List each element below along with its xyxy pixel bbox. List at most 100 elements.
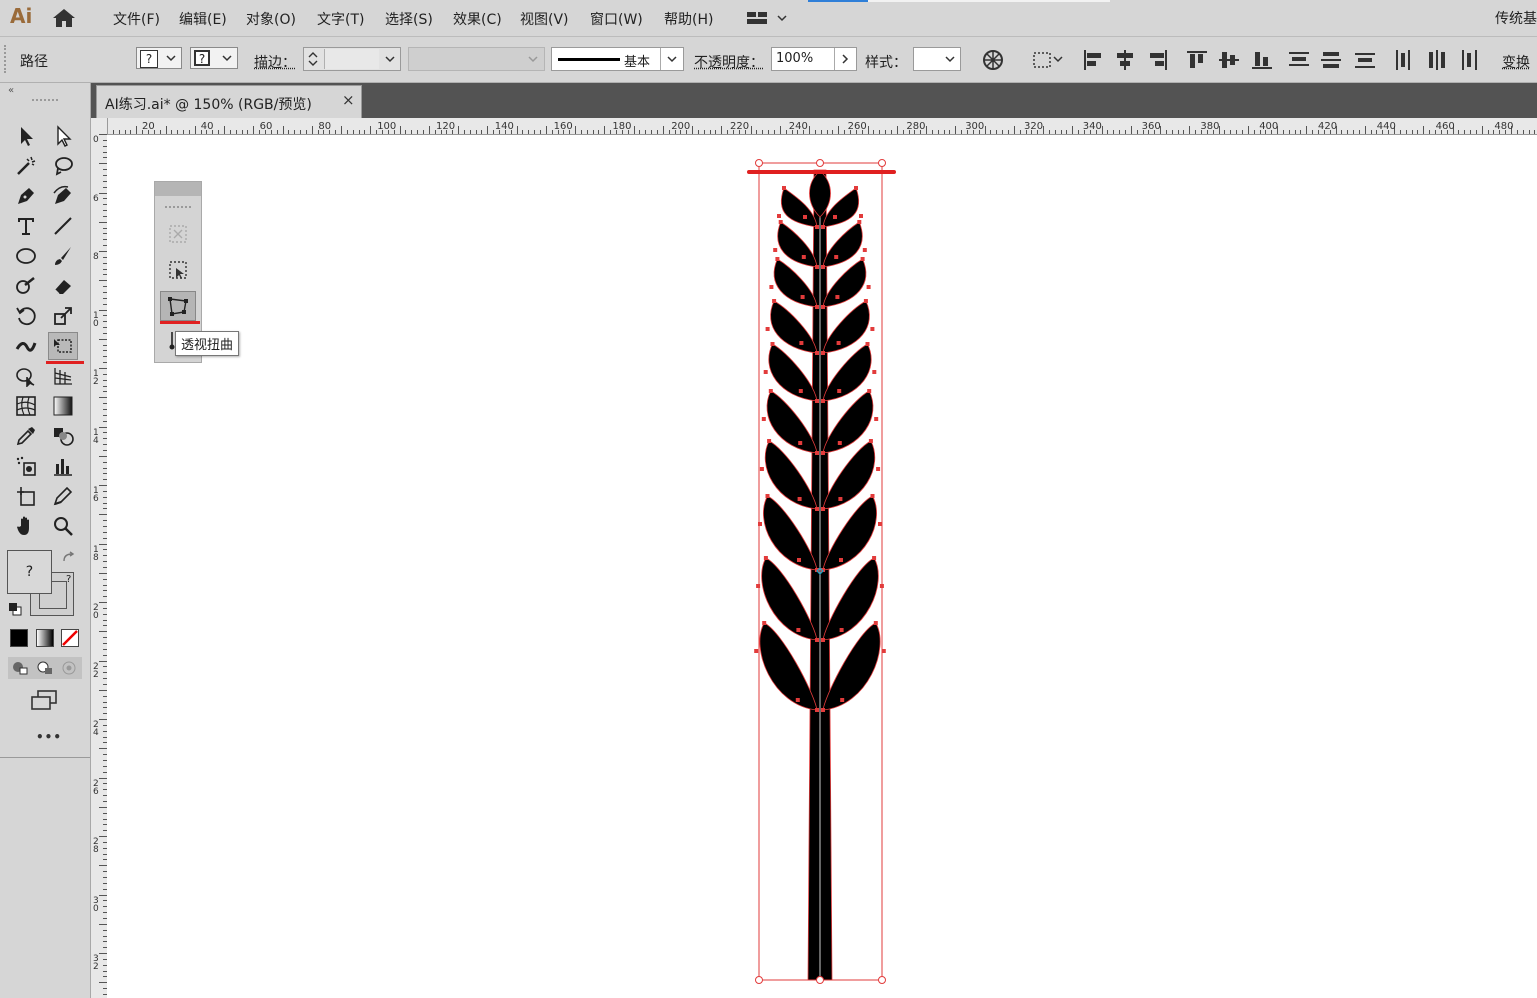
ellipse-tool-icon[interactable]: [11, 242, 41, 270]
brush-definition-field[interactable]: 基本: [551, 47, 684, 71]
gradient-mode-button[interactable]: [36, 629, 54, 647]
pen-tool-icon[interactable]: [11, 182, 41, 210]
align-right-icon[interactable]: [1147, 49, 1169, 70]
opacity-label[interactable]: 不透明度：: [694, 52, 764, 72]
panel-grip[interactable]: [32, 99, 58, 104]
workspace-switcher[interactable]: 传统基: [1495, 8, 1537, 28]
opacity-field[interactable]: 100%: [771, 47, 857, 71]
default-fill-stroke-icon[interactable]: [8, 602, 22, 620]
zoom-tool-icon[interactable]: [48, 512, 78, 540]
style-label: 样式：: [865, 55, 907, 71]
distribute-bottom-icon[interactable]: [1354, 49, 1376, 69]
distribute-horizontal-center-icon[interactable]: [1426, 49, 1448, 70]
align-vertical-center-icon[interactable]: [1218, 49, 1240, 69]
perspective-grid-tool-icon[interactable]: [48, 362, 78, 390]
stroke-label[interactable]: 描边：: [254, 52, 296, 72]
constrain-icon[interactable]: [166, 222, 190, 250]
paintbrush-tool-icon[interactable]: [48, 242, 78, 270]
direct-selection-tool-icon[interactable]: [48, 122, 78, 150]
document-tab[interactable]: AI练习.ai* @ 150% (RGB/预览) ×: [96, 85, 362, 118]
perspective-distort-button[interactable]: [160, 291, 196, 321]
symbol-sprayer-tool-icon[interactable]: [11, 452, 41, 480]
shape-builder-tool-icon[interactable]: [11, 362, 41, 390]
artboard-tool-icon[interactable]: [11, 482, 41, 510]
ruler-label: 400: [1259, 121, 1279, 132]
align-left-icon[interactable]: [1082, 49, 1104, 70]
align-horizontal-center-icon[interactable]: [1114, 49, 1136, 70]
menu-view[interactable]: 视图(V): [520, 9, 569, 29]
distribute-top-icon[interactable]: [1288, 49, 1310, 69]
scale-tool-icon[interactable]: [48, 302, 78, 330]
free-transform-tool-icon[interactable]: [48, 332, 78, 360]
free-transform-mode-icon[interactable]: [166, 258, 190, 286]
fill-color-box[interactable]: ?: [7, 550, 52, 594]
artboard-canvas[interactable]: [107, 135, 1537, 998]
stroke-swatch-control[interactable]: ?: [190, 47, 238, 69]
grip-handle[interactable]: [4, 45, 10, 73]
line-segment-tool-icon[interactable]: [48, 212, 78, 240]
align-bottom-icon[interactable]: [1251, 49, 1273, 69]
slice-tool-icon[interactable]: [48, 482, 78, 510]
collapse-panel-icon[interactable]: «: [8, 85, 14, 96]
rotate-tool-icon[interactable]: [11, 302, 41, 330]
fill-swatch-control[interactable]: ?: [136, 47, 182, 69]
swap-fill-stroke-icon[interactable]: [62, 551, 76, 569]
gradient-tool-icon[interactable]: [48, 392, 78, 420]
mesh-tool-icon[interactable]: [11, 392, 41, 420]
curvature-tool-icon[interactable]: [48, 182, 78, 210]
flyout-titlebar[interactable]: [155, 182, 201, 196]
magic-wand-tool-icon[interactable]: [11, 152, 41, 180]
eraser-tool-icon[interactable]: [48, 272, 78, 300]
ruler-label: 420: [1318, 121, 1338, 132]
wheat-artwork[interactable]: [107, 135, 1537, 998]
hand-tool-icon[interactable]: [11, 512, 41, 540]
anchor-point: [821, 351, 825, 355]
blend-tool-icon[interactable]: [48, 422, 78, 450]
draw-inside-icon[interactable]: [60, 659, 80, 681]
distribute-right-icon[interactable]: [1458, 49, 1480, 70]
eyedropper-tool-icon[interactable]: [11, 422, 41, 450]
lasso-tool-icon[interactable]: [48, 152, 78, 180]
screen-mode-icon[interactable]: [30, 689, 58, 715]
menu-edit[interactable]: 编辑(E): [179, 9, 227, 29]
graphic-style-picker[interactable]: [913, 47, 961, 71]
variable-width-profile[interactable]: [408, 47, 545, 71]
vertical-ruler[interactable]: 0 6 8 10 12 14 16 18 20 22 24 26 28 30 32: [91, 118, 108, 998]
draw-normal-icon[interactable]: [10, 659, 30, 681]
distribute-vertical-center-icon[interactable]: [1320, 49, 1342, 69]
anchor-point: [876, 467, 881, 471]
none-mode-button[interactable]: [61, 629, 79, 647]
width-tool-icon[interactable]: [11, 332, 41, 360]
horizontal-ruler[interactable]: 20 40 60 80 100 120 140 160 180 200 220 240 260 280 30…: [91, 118, 1537, 135]
recolor-artwork-icon[interactable]: [982, 49, 1004, 70]
menu-file[interactable]: 文件(F): [113, 9, 160, 29]
close-icon[interactable]: ×: [342, 91, 355, 109]
menu-effect[interactable]: 效果(C): [453, 9, 502, 29]
anchor-point: [765, 494, 770, 498]
column-graph-tool-icon[interactable]: [48, 452, 78, 480]
ruler-label: 0: [93, 135, 99, 145]
menu-help[interactable]: 帮助(H): [664, 9, 713, 29]
stepper-icon[interactable]: [307, 50, 319, 68]
distribute-left-icon[interactable]: [1393, 49, 1415, 70]
arrange-documents-icon[interactable]: [746, 10, 790, 30]
align-top-icon[interactable]: [1186, 49, 1208, 69]
menu-select[interactable]: 选择(S): [385, 9, 433, 29]
color-mode-button[interactable]: [10, 629, 28, 647]
transform-label[interactable]: 变换: [1502, 52, 1530, 72]
selection-tool-icon[interactable]: [11, 122, 41, 150]
stroke-weight-field[interactable]: [303, 47, 401, 71]
edit-toolbar-button[interactable]: •••: [36, 730, 62, 744]
flyout-grip[interactable]: [165, 206, 191, 211]
menu-type[interactable]: 文字(T): [317, 9, 364, 29]
anchor-point: [763, 370, 768, 374]
anchor-point: [840, 698, 845, 702]
menu-object[interactable]: 对象(O): [246, 9, 296, 29]
home-icon[interactable]: [52, 8, 76, 28]
chevron-right-icon: [842, 54, 849, 64]
shaper-tool-icon[interactable]: [11, 272, 41, 300]
draw-behind-icon[interactable]: [35, 659, 55, 681]
type-tool-icon[interactable]: [11, 212, 41, 240]
menu-window[interactable]: 窗口(W): [590, 9, 643, 29]
align-to-selection-icon[interactable]: [1032, 49, 1066, 69]
